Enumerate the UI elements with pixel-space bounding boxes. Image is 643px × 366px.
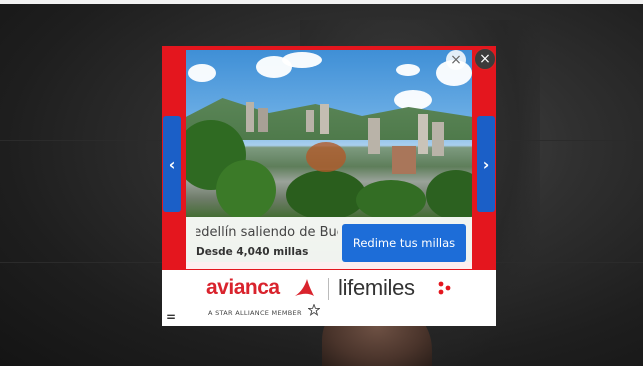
ad-popup[interactable]: × ‹ › Medellín saliendo de Bucaramanga D… — [162, 46, 496, 326]
menu-icon[interactable]: = — [166, 310, 176, 324]
lifemiles-logo: lifemiles — [338, 275, 415, 300]
ad-footer[interactable]: avianca lifemiles A STAR ALLIANCE MEMBER… — [162, 270, 496, 326]
caption-title: Medellín saliendo de Bucaramanga — [196, 225, 338, 240]
redeem-miles-button[interactable]: Redime tus millas — [342, 224, 466, 262]
offer-caption[interactable]: Medellín saliendo de Bucaramanga Desde 4… — [186, 217, 472, 269]
star-alliance-icon — [308, 304, 320, 316]
logo-divider — [328, 278, 329, 300]
avianca-swoosh-icon — [295, 279, 314, 296]
close-icon[interactable]: × — [446, 50, 466, 70]
next-arrow-icon[interactable]: › — [477, 116, 495, 212]
top-strip — [0, 0, 643, 4]
caption-subtitle: Desde 4,040 millas — [196, 246, 309, 258]
caption-title-clip: Medellín saliendo de Bucaramanga — [196, 223, 338, 243]
avianca-logo: avianca — [206, 276, 280, 299]
prev-arrow-glyph: ‹ — [168, 154, 176, 174]
star-alliance-tagline: A STAR ALLIANCE MEMBER — [208, 309, 302, 317]
prev-arrow-icon[interactable]: ‹ — [163, 116, 181, 212]
next-arrow-glyph: › — [482, 154, 490, 174]
lifemiles-dots-icon — [438, 281, 451, 295]
close-icon[interactable]: × — [474, 48, 496, 70]
